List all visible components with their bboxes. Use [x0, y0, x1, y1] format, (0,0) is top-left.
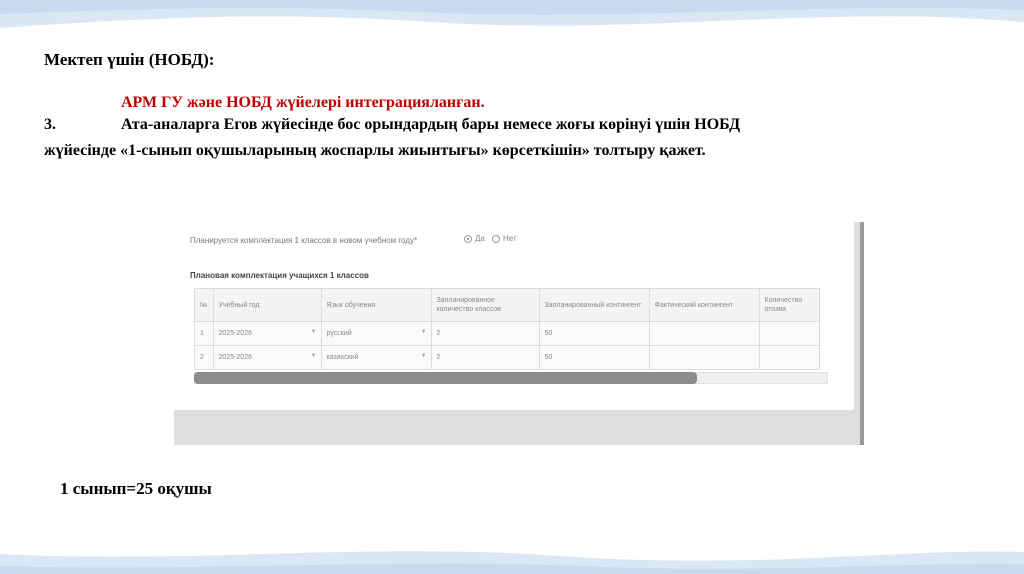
class-size-note: 1 сынып=25 оқушы [60, 479, 212, 498]
radio-no[interactable] [492, 235, 500, 243]
radio-no-label: Нет [503, 234, 517, 243]
radio-yes-label: Да [475, 234, 485, 243]
chevron-down-icon: ▼ [420, 329, 427, 335]
paragraph-line-1: Ата-аналарга Егов жүйесінде бос орындард… [121, 116, 741, 133]
col-header: Язык обучения [320, 288, 432, 322]
language-select[interactable]: русский ▼ [320, 321, 432, 346]
year-value: 2025-2026 [218, 330, 252, 337]
row-number: 1 [194, 321, 214, 346]
year-select[interactable]: 2025-2026 ▼ [212, 345, 322, 370]
chevron-down-icon: ▼ [420, 353, 427, 359]
integration-note: АРМ ГУ және НОБД жүйелері интеграцияланғ… [121, 94, 485, 111]
decorative-wave-top [0, 0, 1024, 28]
col-header: Количество отозва [758, 288, 820, 322]
year-value: 2025-2026 [218, 354, 252, 361]
radio-yes[interactable] [464, 235, 472, 243]
col-header: Учебный год [212, 288, 322, 322]
actual-contingent-field[interactable] [648, 321, 760, 346]
withdrawn-count-field[interactable] [758, 345, 820, 370]
table-row: 1 2025-2026 ▼ русский ▼ 2 50 [194, 321, 820, 346]
planned-contingent-field[interactable]: 50 [538, 321, 650, 346]
classes-count-field[interactable]: 2 [430, 321, 540, 346]
col-header: Фактический контингент [648, 288, 760, 322]
chevron-down-icon: ▼ [310, 329, 317, 335]
table-header-row: № Учебный год Язык обучения Запланирован… [194, 288, 820, 322]
language-value: русский [326, 330, 352, 337]
paragraph-line-2: жүйесінде «1-сынып оқушыларының жоспарлы… [44, 142, 706, 159]
withdrawn-count-field[interactable] [758, 321, 820, 346]
classes-count-field[interactable]: 2 [430, 345, 540, 370]
embedded-screenshot: Планируется комплектация 1 классов в нов… [174, 222, 864, 445]
decorative-wave-bottom [0, 551, 1024, 574]
table-row: 2 2025-2026 ▼ казахский ▼ 2 50 [194, 345, 820, 370]
col-header: № [194, 288, 214, 322]
slide-heading: Мектеп үшін (НОБД): [44, 50, 215, 69]
scrollbar-thumb[interactable] [194, 372, 697, 384]
form-panel: Планируется комплектация 1 классов в нов… [174, 222, 854, 410]
language-value: казахский [326, 354, 359, 361]
col-header: Запланированное количество классов [430, 288, 540, 322]
year-select[interactable]: 2025-2026 ▼ [212, 321, 322, 346]
chevron-down-icon: ▼ [310, 353, 317, 359]
item-number: 3. [44, 116, 56, 133]
planned-contingent-field[interactable]: 50 [538, 345, 650, 370]
col-header: Запланированный контингент [538, 288, 650, 322]
question-label: Планируется комплектация 1 классов в нов… [190, 236, 418, 245]
vertical-scrollbar[interactable] [860, 222, 864, 445]
actual-contingent-field[interactable] [648, 345, 760, 370]
row-number: 2 [194, 345, 214, 370]
plan-table: № Учебный год Язык обучения Запланирован… [194, 288, 820, 370]
language-select[interactable]: казахский ▼ [320, 345, 432, 370]
table-title: Плановая комплектация учащихся 1 классов [190, 271, 369, 280]
